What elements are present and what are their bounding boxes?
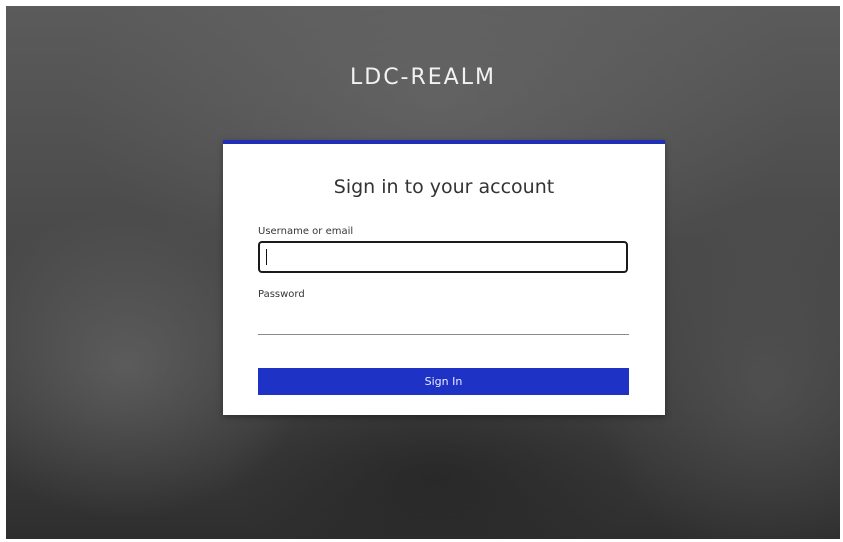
login-background: LDC-REALM Sign in to your account Userna… [6,6,840,539]
password-input[interactable] [258,307,629,335]
password-label: Password [258,289,305,300]
realm-title: LDC-REALM [350,65,496,90]
login-card: Sign in to your account Username or emai… [223,140,665,415]
username-input[interactable] [258,241,628,273]
text-cursor [266,249,267,265]
login-heading: Sign in to your account [333,176,555,198]
username-label: Username or email [258,226,354,237]
sign-in-button[interactable]: Sign In [258,368,629,395]
